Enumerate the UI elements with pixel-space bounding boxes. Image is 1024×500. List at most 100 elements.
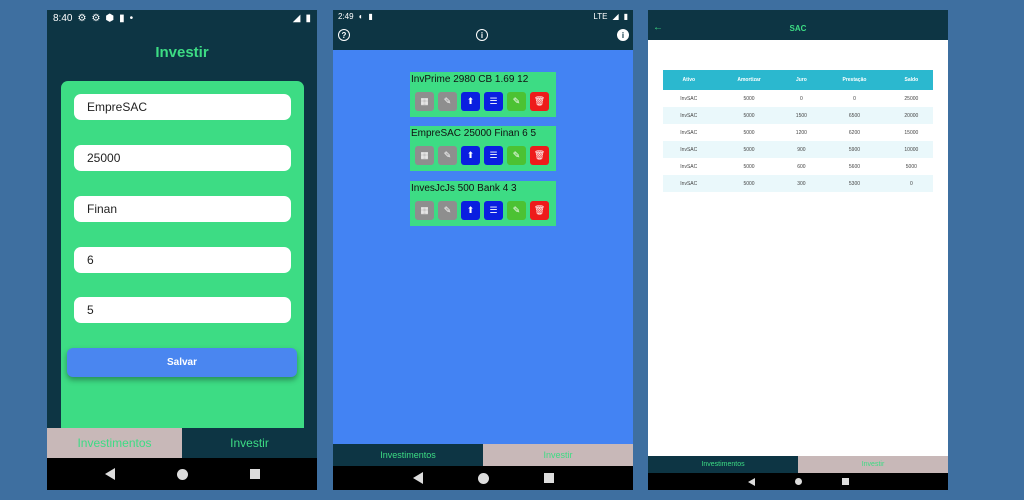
edit-icon[interactable]: ✎ (507, 201, 526, 220)
table-cell: 5900 (819, 141, 890, 158)
upload-icon[interactable]: ⬆ (461, 92, 480, 111)
investment-card: InvesJcJs 500 Bank 4 3 ▦ ✎ ⬆ ☰ ✎ 🗑 (410, 181, 556, 226)
bottom-tabs: Investimentos Investir (47, 428, 317, 458)
tab-investimentos[interactable]: Investimentos (333, 444, 483, 466)
table-cell: 0 (853, 95, 856, 102)
table-cell: 5000 (714, 141, 784, 158)
back-icon[interactable] (747, 477, 755, 486)
table-cell: 5000 (714, 107, 784, 124)
table-cell: 6500 (819, 107, 890, 124)
info-filled-icon[interactable]: i (617, 29, 629, 41)
image-edit-icon[interactable]: ✎ (438, 201, 457, 220)
info-icon[interactable]: i (476, 29, 488, 41)
recents-icon[interactable] (249, 469, 260, 479)
help-icon[interactable]: ? (338, 29, 350, 41)
status-time: 2:49 (338, 11, 354, 21)
table-row: InvSAC 5000 600 5600 5000 (663, 158, 933, 175)
phone-sac-table: ← SAC Ativo Amortizar Juro Prestação Sal… (648, 10, 948, 490)
column-header: Ativo (663, 70, 715, 90)
value-field[interactable]: 25000 (74, 145, 291, 171)
form-card: EmpreSAC 25000 Finan 6 5 Salvar (61, 81, 304, 441)
app-status-icon: ◐ (358, 11, 364, 21)
category-field[interactable]: Finan (74, 196, 291, 222)
list-icon[interactable]: ☰ (484, 146, 503, 165)
table-header-row: Ativo Amortizar Juro Prestação Saldo (663, 70, 933, 90)
column-header: Prestação (819, 70, 890, 90)
status-bar: 8:40 ⚙ ⚙ ⬢ ▮ • ◢ ▮ (47, 10, 317, 26)
rate-field[interactable]: 6 (74, 247, 291, 273)
investment-label: InvPrime 2980 CB 1.69 12 (411, 74, 529, 85)
system-nav-bar (333, 466, 633, 490)
home-icon[interactable] (477, 472, 489, 484)
page-title: SAC (789, 24, 807, 33)
tab-investir[interactable]: Investir (798, 456, 948, 473)
table-cell: InvSAC (663, 141, 715, 158)
status-time: 8:40 (53, 12, 73, 24)
bottom-tabs: Investimentos Investir (333, 444, 633, 466)
upload-icon[interactable]: ⬆ (461, 146, 480, 165)
table-cell: 5600 (848, 163, 861, 170)
settings-icon: ⚙ (91, 12, 101, 24)
tab-investimentos[interactable]: Investimentos (47, 428, 182, 458)
table-cell: InvSAC (680, 129, 698, 136)
recents-icon[interactable] (543, 473, 554, 483)
upload-icon[interactable]: ⬆ (461, 201, 480, 220)
sac-table: Ativo Amortizar Juro Prestação Saldo Inv… (663, 70, 933, 192)
edit-icon[interactable]: ✎ (507, 146, 526, 165)
delete-icon[interactable]: 🗑 (530, 92, 549, 111)
battery-icon: ▮ (623, 11, 628, 21)
tab-investir[interactable]: Investir (483, 444, 633, 466)
image-edit-icon[interactable]: ✎ (438, 92, 457, 111)
delete-icon[interactable]: 🗑 (530, 146, 549, 165)
back-icon[interactable] (412, 472, 423, 484)
delete-icon[interactable]: 🗑 (530, 201, 549, 220)
status-bar: 2:49 ◐ ▮ LTE ◢ ▮ (333, 10, 633, 22)
table-cell: 600 (797, 163, 806, 170)
investment-label: EmpreSAC 25000 Finan 6 5 (411, 128, 537, 139)
tab-investir[interactable]: Investir (182, 428, 317, 458)
table-cell: 15000 (904, 129, 919, 136)
home-icon[interactable] (794, 478, 802, 485)
status-bar (648, 10, 948, 18)
table-row: InvSAC 5000 900 5900 10000 (663, 141, 933, 158)
investment-label: InvesJcJs 500 Bank 4 3 (411, 183, 517, 194)
phone-investir-form: 8:40 ⚙ ⚙ ⬢ ▮ • ◢ ▮ Investir EmpreSAC 250… (47, 10, 317, 490)
list-icon[interactable]: ☰ (484, 201, 503, 220)
table-row: InvSAC 5000 0 0 25000 (663, 90, 933, 107)
list-icon[interactable]: ☰ (484, 92, 503, 111)
recents-icon[interactable] (841, 478, 849, 485)
grid-icon[interactable]: ▦ (415, 146, 434, 165)
grid-icon[interactable]: ▦ (415, 201, 434, 220)
settings-icon: ⚙ (77, 12, 87, 24)
column-header: Amortizar (714, 70, 784, 90)
sd-card-icon: ▮ (119, 12, 125, 24)
name-field[interactable]: EmpreSAC (74, 94, 291, 120)
edit-icon[interactable]: ✎ (507, 92, 526, 111)
grid-icon[interactable]: ▦ (415, 92, 434, 111)
column-header: Juro (783, 70, 820, 90)
signal-icon: ◢ (612, 11, 619, 21)
system-nav-bar (648, 473, 948, 490)
save-button[interactable]: Salvar (67, 348, 297, 377)
table-cell: 1500 (783, 107, 820, 124)
periods-field[interactable]: 5 (74, 297, 291, 323)
table-cell: 5000 (743, 163, 755, 170)
back-icon[interactable] (104, 468, 115, 480)
system-nav-bar (47, 458, 317, 490)
page-title: Investir (155, 44, 209, 61)
image-edit-icon[interactable]: ✎ (438, 146, 457, 165)
table-cell: 5000 (743, 129, 755, 136)
table-cell: InvSAC (680, 163, 698, 170)
table-cell: 20000 (889, 107, 933, 124)
sd-card-icon: ▮ (368, 11, 373, 21)
home-icon[interactable] (176, 468, 188, 480)
table-cell: 900 (783, 141, 820, 158)
tab-investimentos[interactable]: Investimentos (648, 456, 798, 473)
bottom-tabs: Investimentos Investir (648, 456, 948, 473)
table-cell: 0 (889, 175, 933, 192)
table-cell: InvSAC (680, 95, 698, 102)
table-cell: InvSAC (663, 107, 715, 124)
investment-card: EmpreSAC 25000 Finan 6 5 ▦ ✎ ⬆ ☰ ✎ 🗑 (410, 126, 556, 171)
table-cell: 5000 (714, 175, 784, 192)
shield-icon: ⬢ (105, 12, 115, 24)
